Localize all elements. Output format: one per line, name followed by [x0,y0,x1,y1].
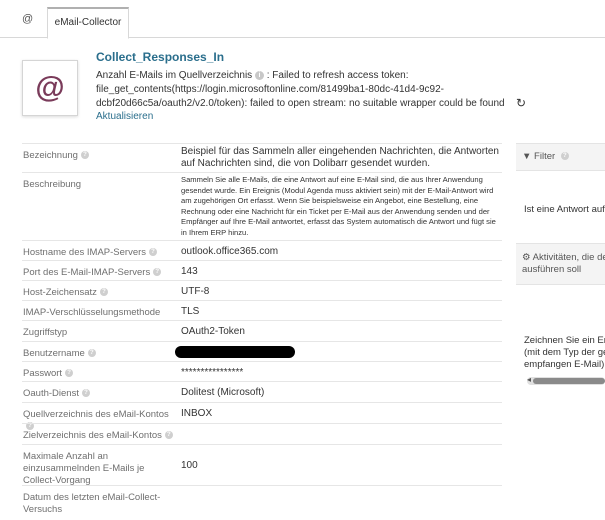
error-line-1: : Failed to refresh access token: [266,70,409,81]
horizontal-scrollbar[interactable]: ◂ [527,375,605,385]
field-value: Sammeln Sie alle E-Mails, die eine Antwo… [181,175,496,237]
filter-text: Ist eine Antwort auf e [524,204,605,215]
field-value: outlook.office365.com [181,246,279,257]
desc-line-1: Zeichnen Sie ein Ere [524,335,605,346]
field-value: TLS [181,306,200,317]
field-label: Benutzername [23,348,85,359]
field-label: Host-Zeichensatz [23,287,97,298]
filter-label: Filter [534,151,556,162]
field-row-source-dir: Quellverzeichnis des eMail-Kontos? INBOX [22,402,502,431]
field-row-access-type: Zugriffstyp OAuth2-Token [22,320,502,341]
field-label: Hostname des IMAP-Servers [23,247,147,258]
field-label: Port des E-Mail-IMAP-Servers [23,267,151,278]
field-value: UTF-8 [181,286,210,297]
scroll-left-icon[interactable]: ◂ [527,375,531,384]
scrollbar-thumb[interactable] [533,378,605,384]
field-label: Zielverzeichnis des eMail-Kontos [23,430,162,441]
field-row-target-dir: Zielverzeichnis des eMail-Kontos? [22,423,502,444]
refresh-icon[interactable]: ↻ [516,96,526,110]
field-row-port: Port des E-Mail-IMAP-Servers? 143 [22,260,502,280]
help-icon: ? [560,152,569,161]
actions-line-2: ausführen soll [522,264,582,275]
help-icon: ? [149,248,158,257]
field-row-charset: Host-Zeichensatz? UTF-8 [22,280,502,300]
error-line-2: file_get_contents(https://login.microsof… [96,83,444,95]
field-row-encryption: IMAP-Verschlüsselungsmethode TLS [22,300,502,320]
field-row-password: Passwort? **************** [22,361,502,381]
field-label: IMAP-Verschlüsselungsmethode [23,307,161,318]
error-line-3: dcbf20d66c5a/oauth2/v2.0/token): failed … [96,97,505,109]
mail-count-info: Anzahl E-Mails im Quellverzeichnis i : F… [96,69,536,110]
actions-line-1: Aktivitäten, die de [532,252,605,263]
email-collector-avatar: @ [22,60,78,116]
mail-count-label: Anzahl E-Mails im Quellverzeichnis [96,70,253,81]
field-value: Beispiel für das Sammeln aller eingehend… [181,146,499,169]
refresh-link[interactable]: Aktualisieren [96,111,153,122]
field-label: Bezeichnung [23,150,78,161]
tab-email-collector[interactable]: eMail-Collector [47,7,129,39]
at-sign-icon: @ [35,71,65,104]
info-icon: i [254,70,264,80]
tab-bar: @ eMail-Collector [0,0,605,39]
field-value: 143 [181,266,198,277]
help-icon: ? [87,349,96,358]
field-row-bezeichnung: Bezeichnung? Beispiel für das Sammeln al… [22,143,502,172]
help-icon: ? [153,268,162,277]
page-title: Collect_Responses_In [96,50,225,64]
desc-line-3: empfangen E-Mail) [524,359,605,370]
help-icon: ? [65,369,74,378]
gears-icon: ⚙ [522,252,531,263]
actions-header: ⚙ Aktivitäten, die de ausführen soll [516,243,605,285]
field-row-username: Benutzername? [22,341,502,361]
help-icon: ? [164,431,173,440]
help-icon: ? [99,288,108,297]
field-value: 100 [181,460,198,471]
field-row-last-collect: Datum des letzten eMail-Collect-Versuchs [22,485,502,515]
tab-at-icon[interactable]: @ [22,13,33,25]
field-value: OAuth2-Token [181,326,245,337]
field-label: Oauth-Dienst [23,388,79,399]
field-row-beschreibung: Beschreibung Sammeln Sie alle E-Mails, d… [22,172,502,240]
redacted-username [175,346,295,358]
field-row-hostname: Hostname des IMAP-Servers? outlook.offic… [22,240,502,260]
field-label: Passwort [23,368,63,379]
field-row-oauth: Oauth-Dienst? Dolitest (Microsoft) [22,381,502,402]
field-value: **************** [181,367,244,378]
field-row-max-mails: Maximale Anzahl an einzusammelnden E-Mai… [22,444,502,486]
help-icon: ? [80,151,89,160]
filter-icon: ▼ [522,151,532,162]
field-value: Dolitest (Microsoft) [181,387,265,398]
help-icon: ? [81,389,90,398]
field-label: Maximale Anzahl an einzusammelnden E-Mai… [23,451,145,486]
field-label: Zugriffstyp [23,327,68,338]
desc-line-2: (mit dem Typ der ge [524,347,605,358]
filter-header: ▼ Filter ? [516,143,605,171]
field-label: Beschreibung [23,179,82,190]
field-label: Quellverzeichnis des eMail-Kontos [23,409,169,420]
field-value: INBOX [181,408,213,419]
field-label: Datum des letzten eMail-Collect-Versuchs [23,492,161,515]
